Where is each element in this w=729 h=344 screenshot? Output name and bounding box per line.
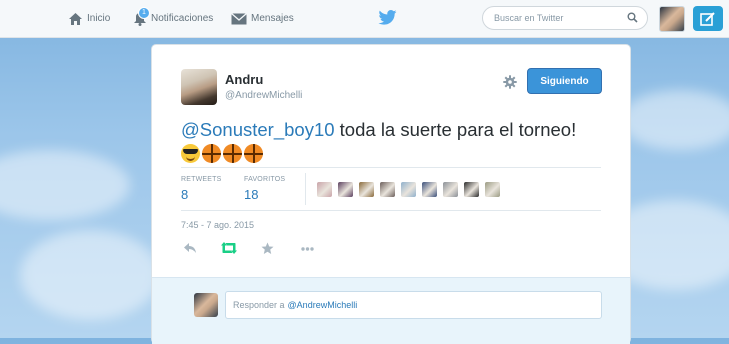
- tweet-timestamp[interactable]: 7:45 - 7 ago. 2015: [181, 220, 254, 230]
- author-name[interactable]: Andru: [225, 72, 263, 87]
- background-cloud: [20, 230, 160, 320]
- retweets-label: RETWEETS: [181, 176, 222, 183]
- favoriter-avatar[interactable]: [422, 182, 437, 197]
- nav-home[interactable]: Inicio: [68, 0, 110, 37]
- compose-tweet-button[interactable]: [693, 6, 723, 31]
- favoriter-avatars: [317, 182, 506, 197]
- search-input[interactable]: Buscar en Twitter: [482, 6, 648, 30]
- nav-notifications-label: Notificaciones: [151, 13, 214, 24]
- basketball-emoji: [202, 144, 221, 163]
- messages-icon: [231, 12, 247, 24]
- favorites-count[interactable]: 18: [244, 187, 258, 202]
- favoriter-avatar[interactable]: [443, 182, 458, 197]
- search-placeholder: Buscar en Twitter: [494, 13, 564, 23]
- more-icon[interactable]: [301, 247, 314, 251]
- retweets-count[interactable]: 8: [181, 187, 188, 202]
- tweet-mention-link[interactable]: @Sonuster_boy10: [181, 119, 335, 140]
- favoriter-avatar[interactable]: [401, 182, 416, 197]
- basketball-emoji: [223, 144, 242, 163]
- nav-home-label: Inicio: [87, 13, 111, 24]
- stats-separator: [305, 173, 306, 205]
- background-cloud: [620, 90, 729, 150]
- home-icon: [69, 12, 82, 25]
- favorite-icon[interactable]: [261, 242, 274, 255]
- favoriter-avatar[interactable]: [317, 182, 332, 197]
- favoriter-avatar[interactable]: [338, 182, 353, 197]
- reply-section: Responder a @AndrewMichelli: [152, 277, 630, 344]
- tweet-text: @Sonuster_boy10 toda la suerte para el t…: [181, 117, 601, 167]
- reply-prefix: Responder a: [233, 300, 285, 310]
- cool-sunglasses-emoji: [181, 144, 200, 163]
- top-navigation-bar: Inicio Notificaciones 1 Mensajes Buscar …: [0, 0, 729, 38]
- reply-input[interactable]: Responder a @AndrewMichelli: [225, 291, 602, 319]
- background-cloud: [0, 150, 130, 220]
- search-icon[interactable]: [627, 12, 638, 23]
- reply-user-avatar: [194, 293, 218, 317]
- twitter-bird-logo[interactable]: [378, 10, 397, 25]
- compose-icon: [700, 11, 715, 26]
- nav-messages-label: Mensajes: [251, 13, 294, 24]
- notifications-count-badge: 1: [138, 7, 150, 19]
- author-avatar[interactable]: [181, 69, 217, 105]
- tweet-body-text: toda la suerte para el torneo!: [334, 119, 577, 140]
- favoriter-avatar[interactable]: [359, 182, 374, 197]
- retweet-icon[interactable]: [221, 242, 237, 254]
- reply-mention: @AndrewMichelli: [287, 300, 358, 310]
- favoriter-avatar[interactable]: [485, 182, 500, 197]
- favorites-label: FAVORITOS: [244, 176, 286, 183]
- favoriter-avatar[interactable]: [380, 182, 395, 197]
- nav-messages[interactable]: Mensajes: [231, 0, 294, 37]
- favoriter-avatar[interactable]: [464, 182, 479, 197]
- author-handle[interactable]: @AndrewMichelli: [225, 90, 302, 101]
- stats-top-divider: [181, 167, 601, 168]
- following-button[interactable]: Siguiendo: [527, 68, 602, 94]
- tweet-card: Andru @AndrewMichelli Siguiendo @Sonuste…: [151, 44, 631, 344]
- basketball-emoji: [244, 144, 263, 163]
- user-avatar[interactable]: [659, 6, 685, 32]
- gear-icon[interactable]: [503, 75, 517, 89]
- stats-bottom-divider: [181, 210, 601, 211]
- reply-icon[interactable]: [183, 242, 197, 254]
